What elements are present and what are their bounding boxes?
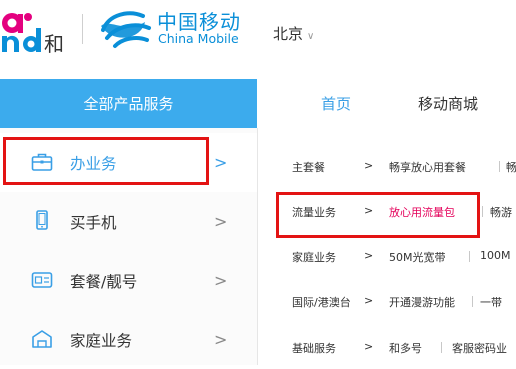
link-divider bbox=[499, 161, 500, 172]
submenu-link-highlighted[interactable]: 放心用流量包 bbox=[389, 204, 455, 220]
chevron-right-icon: > bbox=[214, 153, 228, 172]
submenu-link[interactable]: 畅 bbox=[506, 159, 516, 175]
submenu-link[interactable]: 100M bbox=[480, 249, 511, 262]
submenu-link[interactable]: 畅享放心用套餐 bbox=[389, 159, 466, 175]
brand-name-en: China Mobile bbox=[158, 31, 239, 46]
city-label: 北京 bbox=[273, 25, 304, 43]
submenu-link[interactable]: 一带 bbox=[480, 294, 502, 310]
sidebar-item-business[interactable]: 办业务 > bbox=[0, 133, 257, 192]
nav-mall-link[interactable]: 移动商城 bbox=[418, 93, 478, 114]
link-divider bbox=[472, 296, 473, 307]
sidebar-item-label: 套餐/靓号 bbox=[70, 273, 138, 291]
chevron-right-icon: > bbox=[364, 204, 374, 217]
logo-divider bbox=[82, 14, 83, 44]
submenu-category-main-plan[interactable]: 主套餐 bbox=[292, 159, 325, 175]
site-header: 和 中国移动 China Mobile 北京 ∨ bbox=[0, 0, 516, 78]
chevron-down-icon: ∨ bbox=[307, 31, 315, 42]
chevron-right-icon: > bbox=[364, 249, 374, 262]
chevron-right-icon: > bbox=[214, 330, 228, 349]
submenu-category-basic[interactable]: 基础服务 bbox=[292, 340, 336, 356]
submenu-link[interactable]: 和多号 bbox=[389, 340, 422, 356]
china-mobile-emblem-icon[interactable] bbox=[95, 4, 155, 52]
chevron-right-icon: > bbox=[214, 271, 228, 290]
submenu-category-home[interactable]: 家庭业务 bbox=[292, 249, 336, 265]
submenu-category-international[interactable]: 国际/港澳台 bbox=[292, 294, 351, 310]
nav-home-link[interactable]: 首页 bbox=[321, 93, 351, 114]
svg-text:和: 和 bbox=[44, 32, 64, 54]
product-category-sidebar: 办业务 > 买手机 > 套餐/靓号 > 家庭业务 > bbox=[0, 128, 257, 365]
city-selector[interactable]: 北京 ∨ bbox=[273, 23, 314, 44]
link-divider bbox=[469, 251, 470, 262]
sidebar-item-home-services[interactable]: 家庭业务 > bbox=[0, 310, 257, 369]
sidebar-item-label: 家庭业务 bbox=[70, 332, 133, 350]
home-icon bbox=[32, 330, 52, 348]
sidebar-item-plans-numbers[interactable]: 套餐/靓号 > bbox=[0, 251, 257, 310]
sidebar-item-buy-phone[interactable]: 买手机 > bbox=[0, 192, 257, 251]
phone-icon bbox=[36, 210, 48, 230]
briefcase-icon bbox=[31, 153, 53, 171]
chevron-right-icon: > bbox=[364, 340, 374, 353]
link-divider bbox=[441, 342, 442, 353]
submenu-link[interactable]: 开通漫游功能 bbox=[389, 294, 455, 310]
and-brand-logo[interactable]: 和 bbox=[0, 6, 75, 54]
chevron-right-icon: > bbox=[364, 159, 374, 172]
main-nav: 全部产品服务 首页 移动商城 bbox=[0, 79, 516, 128]
submenu-category-data[interactable]: 流量业务 bbox=[292, 204, 336, 220]
all-products-button[interactable]: 全部产品服务 bbox=[0, 79, 257, 128]
submenu-link[interactable]: 50M光宽带 bbox=[389, 249, 446, 265]
submenu-link[interactable]: 畅游 bbox=[490, 204, 512, 220]
sidebar-item-label: 买手机 bbox=[70, 214, 117, 232]
sidebar-item-label: 办业务 bbox=[70, 155, 117, 173]
sim-card-icon bbox=[31, 272, 53, 288]
chevron-right-icon: > bbox=[364, 294, 374, 307]
chevron-right-icon: > bbox=[214, 212, 228, 231]
submenu-link[interactable]: 客服密码业 bbox=[452, 340, 507, 356]
business-submenu: 主套餐 > 畅享放心用套餐 畅 流量业务 > 放心用流量包 畅游 家庭业务 > … bbox=[258, 128, 516, 365]
link-divider bbox=[482, 206, 483, 217]
